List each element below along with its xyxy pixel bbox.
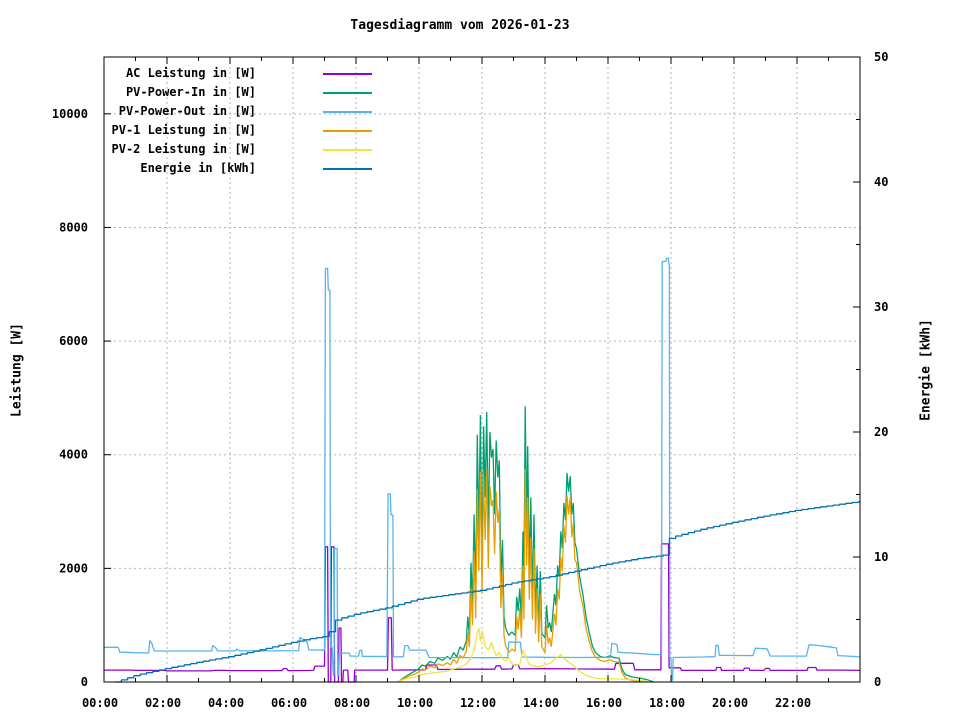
- x-tick-label: 14:00: [523, 696, 559, 710]
- legend-label: PV-1 Leistung in [W]: [111, 123, 257, 137]
- legend: AC Leistung in [W] PV-Power-In in [W] PV-P…: [0, 64, 400, 178]
- legend-line-sample: [323, 149, 372, 151]
- legend-line-sample: [323, 73, 372, 75]
- x-tick-label: 00:00: [82, 696, 118, 710]
- y-right-tick-label: 50: [874, 50, 888, 64]
- y-right-tick-label: 30: [874, 300, 888, 314]
- legend-line-sample: [323, 168, 372, 170]
- x-tick-label: 20:00: [712, 696, 748, 710]
- legend-item-ac-leistung-in-w: AC Leistung in [W]: [0, 64, 400, 83]
- y-left-tick-label: 2000: [59, 561, 88, 575]
- series-pv-1-leistung-in-w: [398, 468, 643, 683]
- legend-label: PV-2 Leistung in [W]: [111, 142, 257, 156]
- y-right-tick-label: 0: [874, 675, 881, 689]
- x-tick-label: 02:00: [145, 696, 181, 710]
- x-tick-label: 06:00: [271, 696, 307, 710]
- y-right-tick-label: 40: [874, 175, 888, 189]
- y-right-tick-label: 10: [874, 550, 888, 564]
- x-tick-label: 12:00: [460, 696, 496, 710]
- legend-label: PV-Power-Out in [W]: [118, 104, 256, 118]
- x-tick-label: 22:00: [775, 696, 811, 710]
- y-left-tick-label: 0: [81, 675, 88, 689]
- legend-item-energie-in-kwh: Energie in [kWh]: [0, 159, 400, 178]
- legend-line-sample: [323, 111, 372, 113]
- legend-line-sample: [323, 130, 372, 132]
- series-pv-power-out-in-w: [104, 257, 861, 681]
- y-left-tick-label: 4000: [59, 448, 88, 462]
- legend-label: Energie in [kWh]: [140, 161, 256, 175]
- x-tick-label: 18:00: [649, 696, 685, 710]
- legend-item-pv-power-out-in-w: PV-Power-Out in [W]: [0, 102, 400, 121]
- y-left-tick-label: 8000: [59, 220, 88, 234]
- legend-item-pv-1-leistung-in-w: PV-1 Leistung in [W]: [0, 121, 400, 140]
- x-tick-label: 16:00: [586, 696, 622, 710]
- y-right-tick-label: 20: [874, 425, 888, 439]
- x-tick-label: 04:00: [208, 696, 244, 710]
- legend-line-sample: [323, 92, 372, 94]
- x-tick-label: 10:00: [397, 696, 433, 710]
- legend-item-pv-power-in-in-w: PV-Power-In in [W]: [0, 83, 400, 102]
- legend-label: AC Leistung in [W]: [125, 66, 256, 80]
- y-left-tick-label: 6000: [59, 334, 88, 348]
- legend-item-pv-2-leistung-in-w: PV-2 Leistung in [W]: [0, 140, 400, 159]
- x-tick-label: 08:00: [334, 696, 370, 710]
- tagesdiagramm-chart: Tagesdiagramm vom 2026-01-23 Leistung [W…: [0, 0, 960, 720]
- legend-label: PV-Power-In in [W]: [125, 85, 256, 99]
